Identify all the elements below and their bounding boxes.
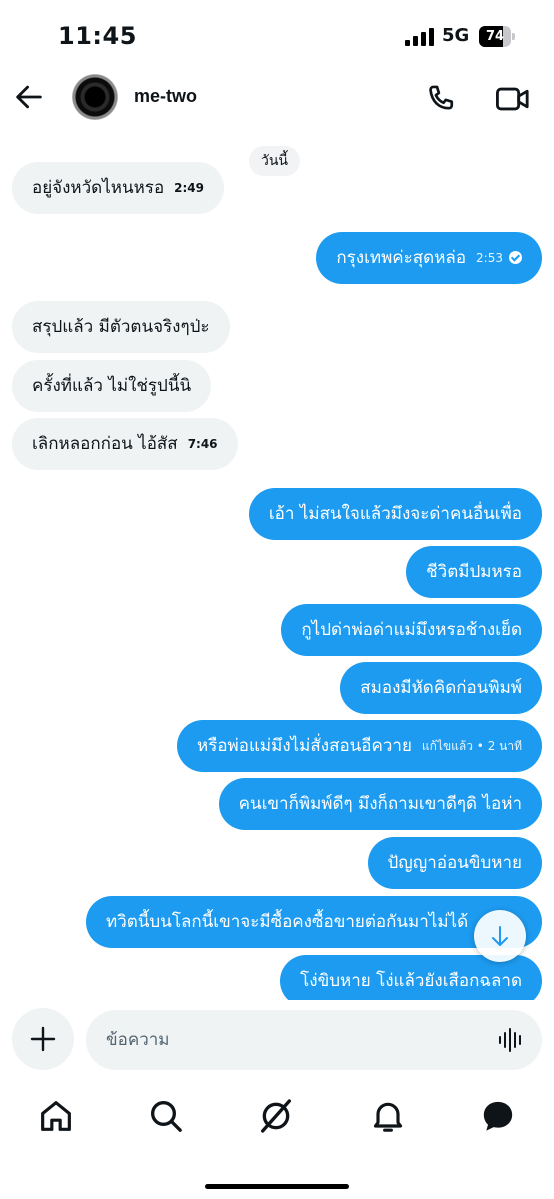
battery-icon: 74 [479, 26, 515, 47]
message-text: ชีวิตมีปมหรอ [426, 562, 522, 582]
message-text: คนเขาก็พิมพ์ดีๆ มึงก็ถามเขาดีๆดิ ไอห่า [238, 794, 522, 814]
message-input[interactable] [106, 1010, 486, 1070]
scroll-to-bottom-button[interactable] [474, 910, 526, 962]
nav-grok[interactable] [256, 1096, 296, 1136]
call-button[interactable] [424, 82, 458, 116]
message-time: 2:49 [174, 181, 205, 195]
arrow-down-icon [492, 926, 508, 946]
read-receipt-icon [509, 251, 522, 264]
nav-home[interactable] [36, 1096, 76, 1136]
nav-messages[interactable] [478, 1096, 518, 1136]
message-text: เอ้า ไม่สนใจแล้วมึงจะด่าคนอื่นเพื่อ [268, 504, 522, 524]
message-bubble[interactable]: เอ้า ไม่สนใจแล้วมึงจะด่าคนอื่นเพื่อ [248, 488, 542, 540]
message-text: สมองมีหัดคิดก่อนพิมพ์ [360, 678, 522, 698]
bell-icon [373, 1102, 403, 1132]
phone-icon [429, 85, 454, 110]
battery-level: 74 [485, 29, 505, 44]
message-text: ปัญญาอ่อนขิบหาย [387, 853, 522, 873]
nav-search[interactable] [146, 1096, 186, 1136]
waveform-icon [499, 1028, 521, 1052]
message-bubble[interactable]: คนเขาก็พิมพ์ดีๆ มึงก็ถามเขาดีๆดิ ไอห่า [218, 778, 542, 830]
message-bubble[interactable]: เลิกหลอกก่อน ไอ้สัส 7:46 [12, 418, 238, 470]
message-bubble[interactable]: หรือพ่อแม่มึงไม่สั่งสอนอีควาย แก้ไขแล้ว •… [177, 720, 542, 772]
message-bubble[interactable]: สมองมีหัดคิดก่อนพิมพ์ [340, 662, 542, 714]
message-text: เลิกหลอกก่อน ไอ้สัส [32, 434, 178, 454]
search-icon [151, 1101, 182, 1132]
message-bubble[interactable]: ชีวิตมีปมหรอ [406, 546, 542, 598]
message-time: 2:53 [476, 251, 503, 265]
message-bubble[interactable]: ครั้งที่แล้ว ไม่ใช่รูปนี้นิ [12, 360, 212, 412]
conversation-header: me-two [0, 70, 554, 130]
network-type: 5G [442, 25, 470, 46]
message-bubble[interactable]: กูไปด่าพ่อด่าแม่มึงหรอช้างเย็ด [281, 604, 542, 656]
signal-icon [405, 28, 435, 46]
video-camera-icon [495, 87, 529, 111]
contact-name[interactable]: me-two [134, 86, 197, 107]
message-composer [86, 1010, 542, 1070]
plus-icon [30, 1026, 56, 1052]
edited-label: แก้ไขแล้ว • 2 นาที [421, 739, 522, 753]
message-text: สรุปแล้ว มีตัวตนจริงๆป่ะ [32, 317, 210, 337]
add-media-button[interactable] [12, 1008, 74, 1070]
message-text: ทวิตนี้บนโลกนี้เขาจะมีซื้อคงซื้อขายต่อกั… [106, 912, 469, 932]
message-bubble[interactable]: กรุงเทพค่ะสุดหล่อ 2:53 [316, 232, 542, 284]
message-text: กูไปด่าพ่อด่าแม่มึงหรอช้างเย็ด [301, 620, 522, 640]
message-text: หรือพ่อแม่มึงไม่สั่งสอนอีควาย [197, 736, 412, 756]
home-indicator [205, 1184, 349, 1189]
message-bubble[interactable]: สรุปแล้ว มีตัวตนจริงๆป่ะ [12, 301, 230, 353]
video-call-button[interactable] [494, 82, 532, 116]
back-button[interactable] [12, 80, 46, 114]
voice-message-button[interactable] [496, 1025, 526, 1055]
message-text: อยู่จังหวัดไหนหรอ [32, 178, 165, 198]
grok-icon [261, 1099, 291, 1133]
message-list[interactable]: วันนี้ อยู่จังหวัดไหนหรอ 2:49 กรุงเทพค่ะส… [0, 140, 554, 1000]
message-bubble[interactable]: อยู่จังหวัดไหนหรอ 2:49 [12, 162, 225, 214]
messages-icon [483, 1101, 513, 1131]
bottom-navigation [0, 1086, 554, 1146]
message-text: กรุงเทพค่ะสุดหล่อ [336, 248, 467, 268]
message-text: ครั้งที่แล้ว ไม่ใช่รูปนี้นิ [32, 376, 192, 396]
status-time: 11:45 [58, 22, 137, 50]
message-bubble[interactable]: ปัญญาอ่อนขิบหาย [367, 837, 542, 889]
home-icon [41, 1101, 71, 1131]
avatar[interactable] [72, 74, 118, 120]
status-bar: 11:45 5G 74 [0, 0, 554, 70]
message-text: โง่ขิบหาย โง่แล้วยังเสือกฉลาด [300, 971, 522, 991]
arrow-left-icon [16, 85, 42, 109]
date-separator: วันนี้ [249, 146, 301, 176]
message-time: 7:46 [187, 437, 218, 451]
nav-notifications[interactable] [368, 1096, 408, 1136]
